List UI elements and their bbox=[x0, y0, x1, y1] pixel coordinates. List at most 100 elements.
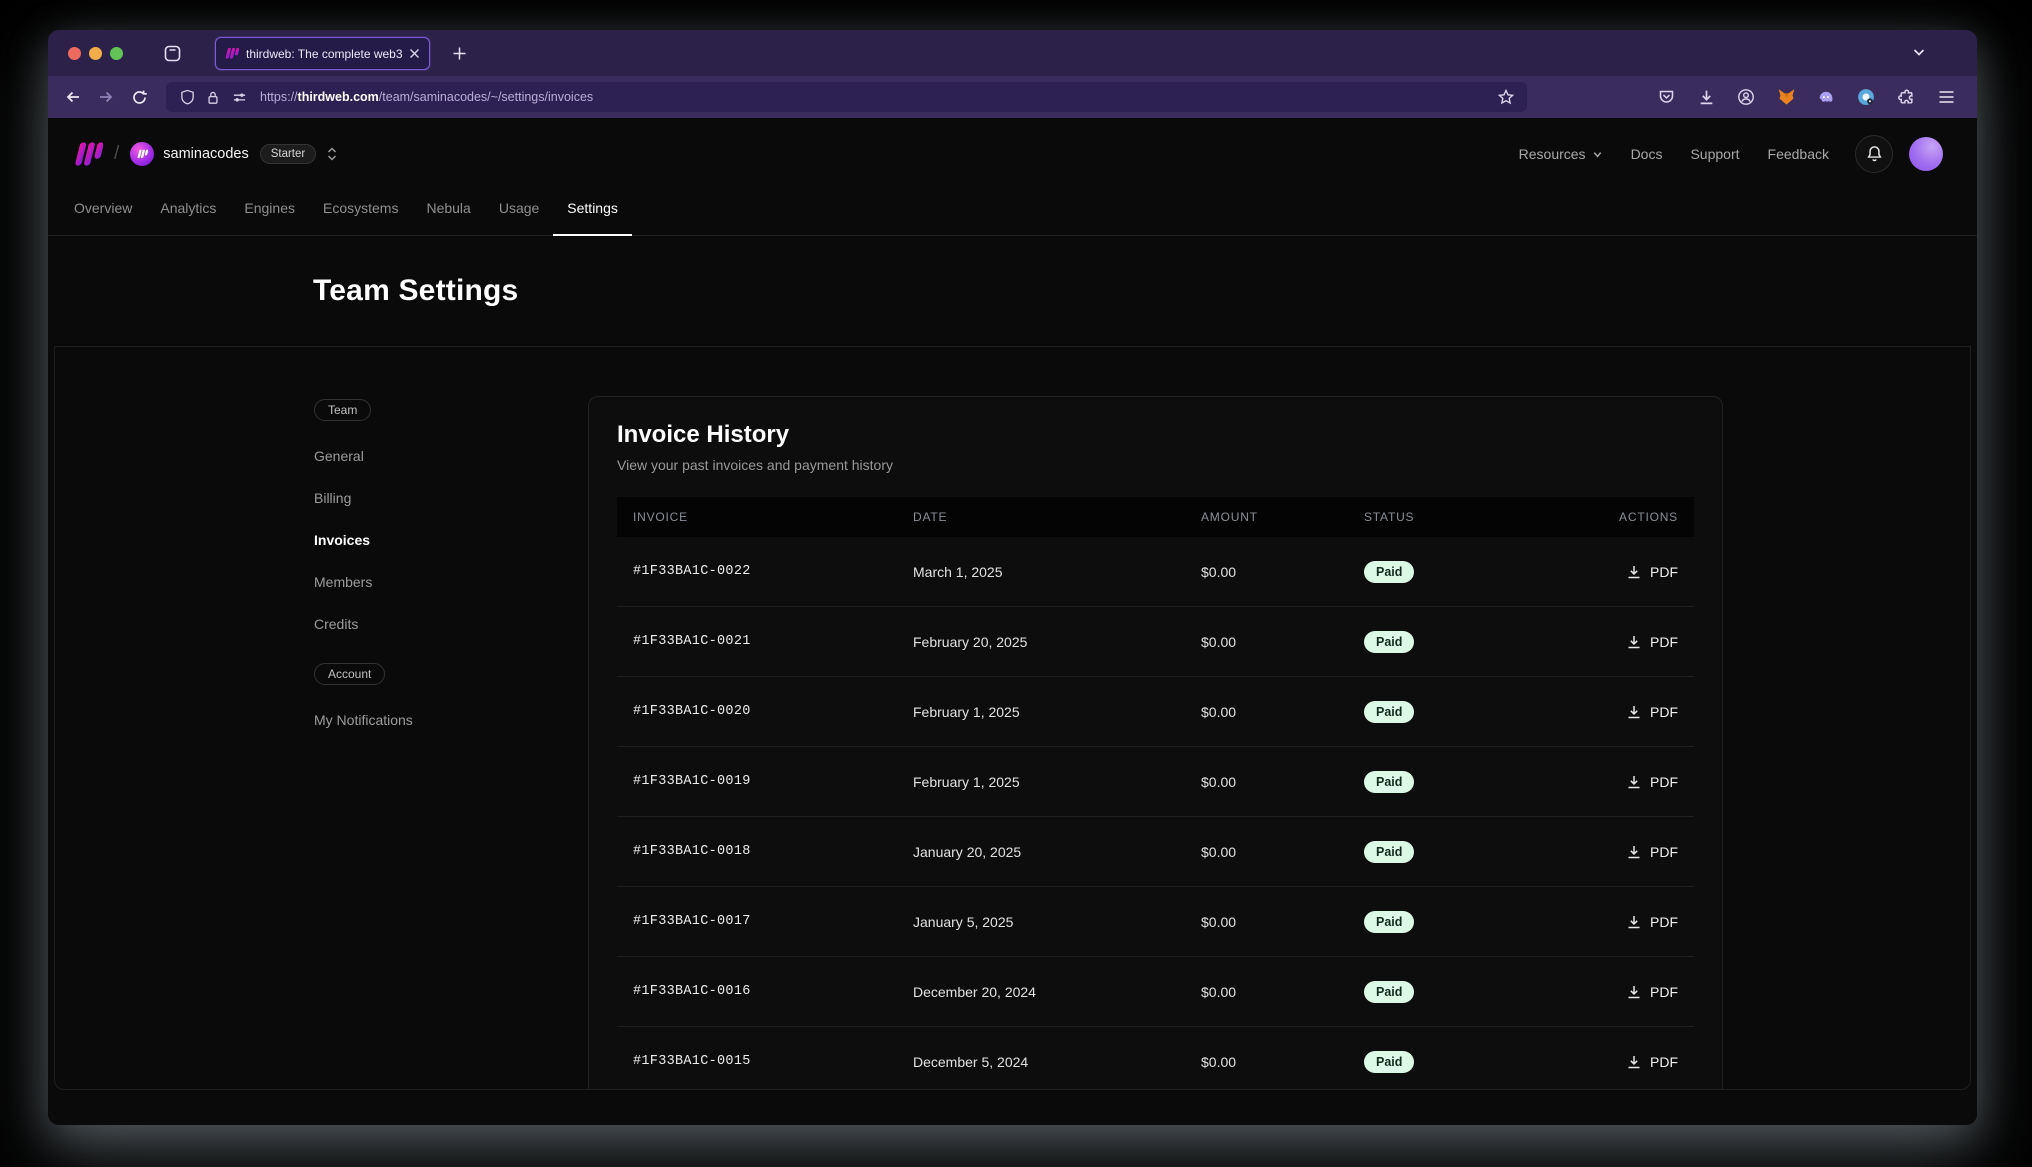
team-switcher-icon[interactable] bbox=[325, 146, 339, 162]
invoice-number: #1F33BA1C-0018 bbox=[633, 844, 913, 859]
firefox-view-icon[interactable] bbox=[163, 44, 182, 63]
bookmark-star-icon[interactable] bbox=[1495, 86, 1517, 108]
sidebar-item-members[interactable]: Members bbox=[314, 561, 544, 603]
sidebar-item-my-notifications[interactable]: My Notifications bbox=[314, 699, 544, 741]
status-badge: Paid bbox=[1364, 701, 1414, 723]
download-pdf-button[interactable]: PDF bbox=[1626, 1054, 1678, 1070]
password-manager-icon[interactable] bbox=[1855, 86, 1877, 108]
sidebar-item-invoices[interactable]: Invoices bbox=[314, 519, 544, 561]
status-badge: Paid bbox=[1364, 841, 1414, 863]
sidebar-group-account: Account bbox=[314, 663, 385, 685]
team-name[interactable]: saminacodes bbox=[163, 146, 248, 162]
invoice-date: January 20, 2025 bbox=[913, 844, 1201, 860]
table-row: #1F33BA1C-0022 March 1, 2025 $0.00 Paid … bbox=[617, 537, 1694, 607]
user-avatar[interactable] bbox=[1909, 137, 1943, 171]
col-invoice: INVOICE bbox=[633, 510, 913, 524]
sidebar-item-billing[interactable]: Billing bbox=[314, 477, 544, 519]
nav-link-feedback[interactable]: Feedback bbox=[1768, 146, 1829, 162]
pdf-download-icon bbox=[1626, 844, 1642, 860]
download-icon[interactable] bbox=[1695, 86, 1717, 108]
tab-engines[interactable]: Engines bbox=[230, 182, 309, 236]
invoice-number: #1F33BA1C-0020 bbox=[633, 704, 913, 719]
invoice-amount: $0.00 bbox=[1201, 704, 1364, 720]
download-pdf-button[interactable]: PDF bbox=[1626, 704, 1678, 720]
table-row: #1F33BA1C-0017 January 5, 2025 $0.00 Pai… bbox=[617, 887, 1694, 957]
settings-content: Team General Billing Invoices Members Cr… bbox=[54, 346, 1971, 1090]
pocket-icon[interactable] bbox=[1655, 86, 1677, 108]
invoice-amount: $0.00 bbox=[1201, 564, 1364, 580]
invoice-date: February 1, 2025 bbox=[913, 774, 1201, 790]
table-row: #1F33BA1C-0019 February 1, 2025 $0.00 Pa… bbox=[617, 747, 1694, 817]
nav-link-resources[interactable]: Resources bbox=[1519, 146, 1603, 162]
sidebar-item-general[interactable]: General bbox=[314, 435, 544, 477]
invoice-amount: $0.00 bbox=[1201, 844, 1364, 860]
status-badge: Paid bbox=[1364, 631, 1414, 653]
tab-settings[interactable]: Settings bbox=[553, 182, 632, 236]
notifications-button[interactable] bbox=[1855, 135, 1893, 173]
download-pdf-button[interactable]: PDF bbox=[1626, 564, 1678, 580]
table-row: #1F33BA1C-0018 January 20, 2025 $0.00 Pa… bbox=[617, 817, 1694, 887]
sidebar-group-team: Team bbox=[314, 399, 371, 421]
invoice-amount: $0.00 bbox=[1201, 1054, 1364, 1070]
close-window-button[interactable] bbox=[68, 47, 81, 60]
table-row: #1F33BA1C-0016 December 20, 2024 $0.00 P… bbox=[617, 957, 1694, 1027]
tab-ecosystems[interactable]: Ecosystems bbox=[309, 182, 412, 236]
plan-badge: Starter bbox=[260, 144, 317, 164]
forward-icon[interactable] bbox=[95, 86, 117, 108]
page-title: Team Settings bbox=[313, 274, 518, 308]
download-pdf-button[interactable]: PDF bbox=[1626, 984, 1678, 1000]
pdf-download-icon bbox=[1626, 984, 1642, 1000]
lock-icon[interactable] bbox=[202, 86, 224, 108]
tab-list-chevron-icon[interactable] bbox=[1911, 44, 1927, 60]
bell-icon bbox=[1866, 145, 1883, 163]
browser-toolbar: https://thirdweb.com/team/saminacodes/~/… bbox=[48, 76, 1977, 118]
reload-icon[interactable] bbox=[128, 86, 150, 108]
browser-window: thirdweb: The complete web3 d bbox=[48, 30, 1977, 1125]
phantom-icon[interactable] bbox=[1815, 86, 1837, 108]
extensions-puzzle-icon[interactable] bbox=[1895, 86, 1917, 108]
back-icon[interactable] bbox=[62, 86, 84, 108]
card-subtitle: View your past invoices and payment hist… bbox=[617, 457, 1694, 473]
invoice-date: February 1, 2025 bbox=[913, 704, 1201, 720]
tracking-shield-icon[interactable] bbox=[176, 86, 198, 108]
download-pdf-button[interactable]: PDF bbox=[1626, 914, 1678, 930]
pdf-download-icon bbox=[1626, 564, 1642, 580]
nav-link-support[interactable]: Support bbox=[1690, 146, 1739, 162]
browser-tab[interactable]: thirdweb: The complete web3 d bbox=[215, 37, 430, 70]
url-text[interactable]: https://thirdweb.com/team/saminacodes/~/… bbox=[260, 90, 1495, 104]
account-icon[interactable] bbox=[1735, 86, 1757, 108]
download-pdf-button[interactable]: PDF bbox=[1626, 634, 1678, 650]
download-pdf-button[interactable]: PDF bbox=[1626, 844, 1678, 860]
download-pdf-button[interactable]: PDF bbox=[1626, 774, 1678, 790]
tab-overview[interactable]: Overview bbox=[60, 182, 146, 236]
url-bar[interactable]: https://thirdweb.com/team/saminacodes/~/… bbox=[166, 82, 1527, 112]
page-title-band: Team Settings bbox=[48, 236, 1977, 346]
invoice-date: January 5, 2025 bbox=[913, 914, 1201, 930]
table-row: #1F33BA1C-0015 December 5, 2024 $0.00 Pa… bbox=[617, 1027, 1694, 1090]
invoice-number: #1F33BA1C-0016 bbox=[633, 984, 913, 999]
tab-usage[interactable]: Usage bbox=[485, 182, 553, 236]
invoice-amount: $0.00 bbox=[1201, 914, 1364, 930]
breadcrumb-separator: / bbox=[114, 143, 119, 165]
site-header: / saminacodes Starter bbox=[48, 118, 1977, 182]
team-avatar[interactable] bbox=[130, 142, 154, 166]
invoice-date: December 20, 2024 bbox=[913, 984, 1201, 1000]
tab-analytics[interactable]: Analytics bbox=[146, 182, 230, 236]
nav-link-docs[interactable]: Docs bbox=[1631, 146, 1663, 162]
table-row: #1F33BA1C-0020 February 1, 2025 $0.00 Pa… bbox=[617, 677, 1694, 747]
sidebar-item-credits[interactable]: Credits bbox=[314, 603, 544, 645]
status-badge: Paid bbox=[1364, 771, 1414, 793]
tab-close-icon[interactable] bbox=[409, 48, 420, 59]
invoice-amount: $0.00 bbox=[1201, 984, 1364, 1000]
tab-title: thirdweb: The complete web3 d bbox=[246, 47, 402, 61]
window-controls bbox=[68, 47, 123, 60]
tab-nebula[interactable]: Nebula bbox=[412, 182, 484, 236]
zoom-window-button[interactable] bbox=[110, 47, 123, 60]
metamask-icon[interactable] bbox=[1775, 86, 1797, 108]
menu-icon[interactable] bbox=[1935, 86, 1957, 108]
new-tab-icon[interactable] bbox=[446, 40, 472, 66]
thirdweb-logo[interactable] bbox=[74, 141, 103, 167]
permissions-icon[interactable] bbox=[228, 86, 250, 108]
pdf-download-icon bbox=[1626, 914, 1642, 930]
minimize-window-button[interactable] bbox=[89, 47, 102, 60]
